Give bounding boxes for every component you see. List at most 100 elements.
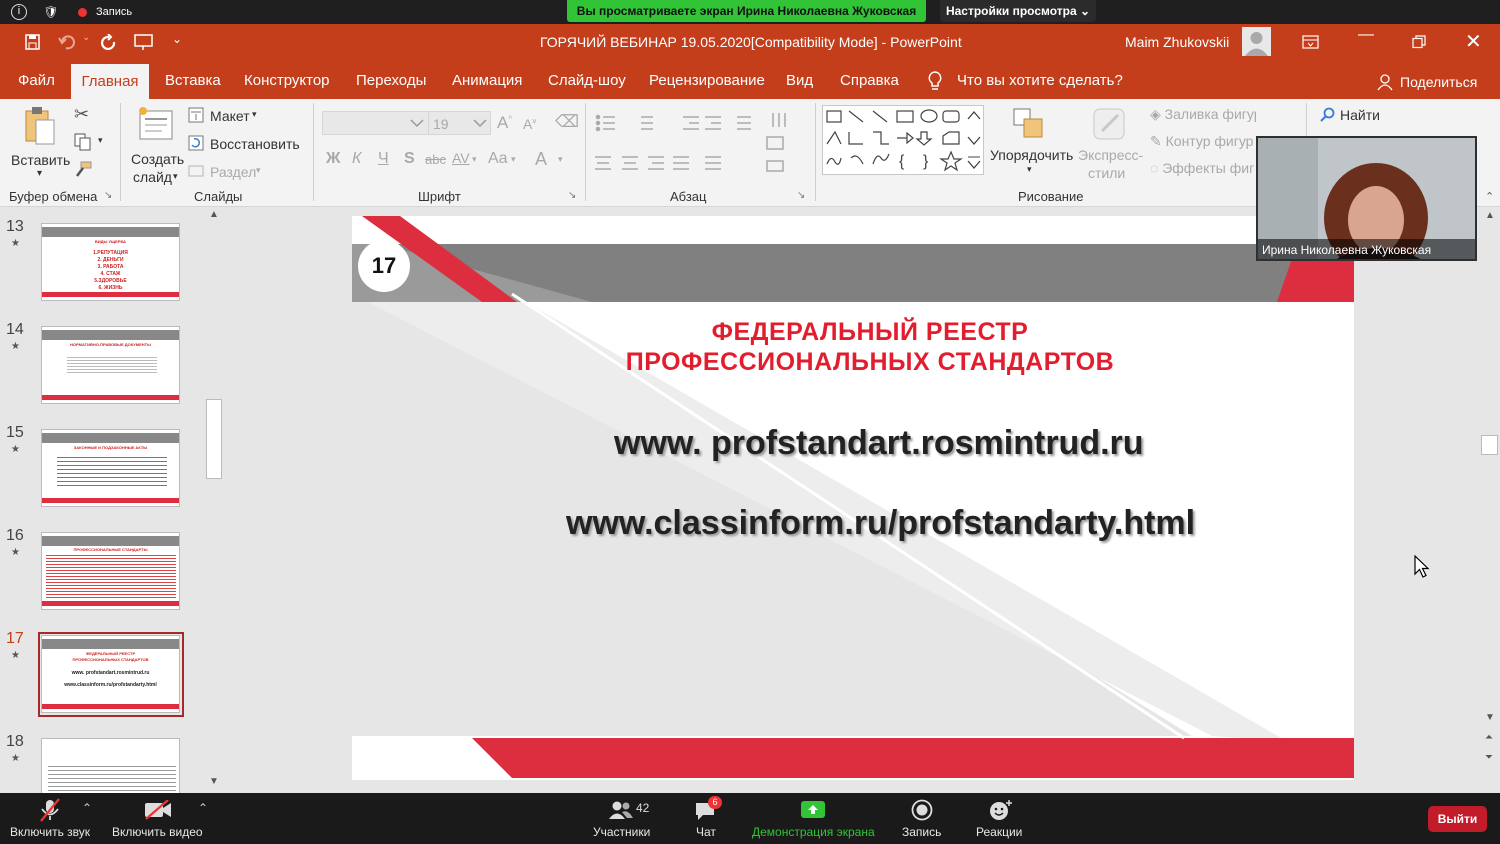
slide-scrollbar[interactable]: ▲ ▼ ⏶ ⏷ [1480, 207, 1500, 793]
close-icon[interactable]: ✕ [1465, 29, 1482, 54]
reset-button[interactable]: Восстановить [188, 134, 308, 154]
scroll-thumb[interactable] [1481, 435, 1498, 455]
tab-review[interactable]: Рецензирование [649, 72, 765, 89]
font-color-button[interactable]: A [535, 149, 547, 170]
reactions-smiley-icon [990, 800, 1012, 820]
tell-me-search[interactable]: Что вы хотите сделать? [957, 72, 1123, 89]
paragraph-controls[interactable] [595, 113, 815, 177]
thumbnail-slide-17[interactable]: 17 ★ ФЕДЕРАЛЬНЫЙ РЕЕСТР ПРОФЕССИОНАЛЬНЫХ… [0, 619, 228, 719]
quick-styles-icon [1093, 108, 1125, 140]
thumbnail-slide-15[interactable]: 15 ★ ЗАКОННЫЕ И ПОДЗАКОННЫЕ АКТЫ [0, 413, 228, 513]
current-slide[interactable]: 17 ФЕДЕРАЛЬНЫЙ РЕЕСТР ПРОФЕССИОНАЛЬНЫХ С… [352, 216, 1354, 780]
format-painter-icon[interactable] [74, 161, 92, 177]
paragraph-launcher-icon[interactable]: ↘ [797, 190, 805, 201]
security-shield-icon[interactable]: 🛡 [43, 4, 59, 20]
tab-home[interactable]: Главная [71, 64, 149, 100]
thumbnail-slide-16[interactable]: 16 ★ ПРОФЕССИОНАЛЬНЫЕ СТАНДАРТЫ [0, 516, 228, 616]
share-button[interactable]: Поделиться [1400, 74, 1477, 90]
avatar[interactable] [1242, 27, 1271, 56]
share-person-icon [1377, 74, 1393, 91]
font-family-select[interactable] [322, 111, 429, 135]
thumbnail-slide-14[interactable]: 14 ★ НОРМАТИВНО-ПРАВОВЫЕ ДОКУМЕНТЫ [0, 310, 228, 410]
scroll-down-icon[interactable]: ▼ [1485, 712, 1495, 723]
scroll-down-icon[interactable]: ▼ [209, 776, 219, 787]
new-slide-dropdown-icon[interactable]: ▾ [173, 171, 178, 182]
layout-button[interactable]: Макет ▾ [188, 106, 308, 126]
decrease-font-icon[interactable]: Av [523, 116, 536, 132]
thumb-line: www. profstandart.rosmintrud.ru [71, 670, 150, 676]
tab-animations[interactable]: Анимация [452, 72, 522, 89]
restore-icon[interactable] [1412, 35, 1426, 49]
change-case-button[interactable]: Aa [488, 150, 508, 168]
audio-options-icon[interactable]: ⌃ [82, 801, 92, 815]
quick-styles-button[interactable]: Экспресс- стили [1078, 105, 1148, 185]
cut-icon[interactable]: ✂ [74, 104, 89, 125]
start-slideshow-icon[interactable] [134, 34, 154, 51]
copy-dropdown-icon[interactable]: ▾ [98, 135, 103, 146]
thumbnail-slide-13[interactable]: 13 ★ ВИДЫ УЩЕРБА 1.РЕПУТАЦИЯ 2. ДЕНЬГИ 3… [0, 207, 228, 307]
reactions-button[interactable]: Реакции [972, 793, 1028, 844]
minimize-icon[interactable]: — [1358, 26, 1374, 44]
tab-view[interactable]: Вид [786, 72, 813, 89]
chat-button[interactable]: 6 Чат [688, 793, 724, 844]
font-color-dropdown-icon[interactable]: ▾ [558, 154, 563, 165]
tab-insert[interactable]: Вставка [165, 72, 221, 89]
tab-slideshow[interactable]: Слайд-шоу [548, 72, 626, 89]
participants-button[interactable]: 42 Участники [588, 793, 656, 844]
video-options-icon[interactable]: ⌃ [198, 801, 208, 815]
shadow-button[interactable]: S [404, 150, 415, 168]
find-button[interactable]: Найти [1320, 106, 1400, 126]
thumb-line: 4. СТАЖ [100, 271, 121, 277]
tab-file[interactable]: Файл [18, 72, 55, 89]
clipboard-launcher-icon[interactable]: ↘ [104, 190, 112, 201]
account-name[interactable]: Maim Zhukovskii [1125, 34, 1229, 50]
share-screen-button[interactable]: Демонстрация экрана [748, 793, 878, 844]
thumbnail-scrollbar[interactable]: ▲ ▼ [205, 209, 223, 789]
bold-button[interactable]: Ж [326, 150, 340, 168]
thumbnail-slide-18[interactable]: 18 ★ [0, 722, 228, 793]
increase-font-icon[interactable]: A^ [497, 113, 512, 133]
ribbon-display-options-icon[interactable] [1302, 35, 1319, 49]
tab-design[interactable]: Конструктор [244, 72, 330, 89]
paste-button[interactable]: Вставить ▾ [8, 104, 70, 184]
undo-icon[interactable] [58, 34, 76, 50]
collapse-ribbon-icon[interactable]: ⌃ [1485, 190, 1494, 203]
scroll-up-icon[interactable]: ▲ [209, 209, 219, 220]
font-launcher-icon[interactable]: ↘ [568, 190, 576, 201]
leave-meeting-button[interactable]: Выйти [1428, 806, 1487, 832]
next-slide-icon[interactable]: ⏷ [1485, 752, 1493, 763]
font-size-select[interactable]: 19 [428, 111, 491, 135]
participant-video[interactable]: Ирина Николаевна Жуковская [1256, 136, 1477, 261]
view-settings-dropdown[interactable]: Настройки просмотра ⌄ [940, 0, 1096, 22]
character-spacing-button[interactable]: AV [452, 150, 470, 166]
section-button[interactable]: Раздел ▾ [188, 162, 308, 182]
tab-help[interactable]: Справка [840, 72, 899, 89]
redo-icon[interactable] [100, 34, 118, 51]
new-slide-button[interactable]: Создать слайд ▾ [128, 103, 186, 185]
previous-slide-icon[interactable]: ⏶ [1485, 732, 1493, 743]
scroll-up-icon[interactable]: ▲ [1485, 210, 1495, 221]
arrange-button[interactable]: Упорядочить ▾ [988, 105, 1076, 185]
start-video-button[interactable]: Включить видео [108, 793, 208, 844]
spacing-dropdown-icon[interactable]: ▾ [472, 154, 477, 165]
shapes-gallery[interactable]: {} [822, 105, 984, 175]
shape-outline-button[interactable]: ✎ Контур фигур [1150, 133, 1256, 153]
customize-qat-icon[interactable]: ⌄ [172, 32, 182, 46]
strikethrough-button[interactable]: abc [425, 152, 446, 167]
paste-dropdown-icon[interactable]: ▾ [37, 168, 42, 179]
italic-button[interactable]: К [352, 150, 361, 168]
underline-button[interactable]: Ч [378, 150, 389, 168]
info-icon[interactable]: i [11, 4, 27, 20]
slide-thumbnail-pane[interactable]: 13 ★ ВИДЫ УЩЕРБА 1.РЕПУТАЦИЯ 2. ДЕНЬГИ 3… [0, 207, 228, 793]
save-icon[interactable] [25, 34, 40, 50]
undo-dropdown-icon[interactable]: ⌄ [82, 32, 90, 43]
shapes-gallery-scroll[interactable] [966, 107, 982, 173]
clear-formatting-icon[interactable]: ⌫ [555, 112, 579, 132]
scroll-thumb[interactable] [206, 399, 222, 479]
copy-icon[interactable] [74, 133, 92, 151]
case-dropdown-icon[interactable]: ▾ [511, 154, 516, 165]
tab-transitions[interactable]: Переходы [356, 72, 426, 89]
shape-effects-button[interactable]: ◌ Эффекты фиг [1150, 160, 1256, 180]
shape-fill-button[interactable]: ◈ Заливка фигуры [1150, 106, 1256, 126]
record-button[interactable]: Запись [898, 793, 946, 844]
